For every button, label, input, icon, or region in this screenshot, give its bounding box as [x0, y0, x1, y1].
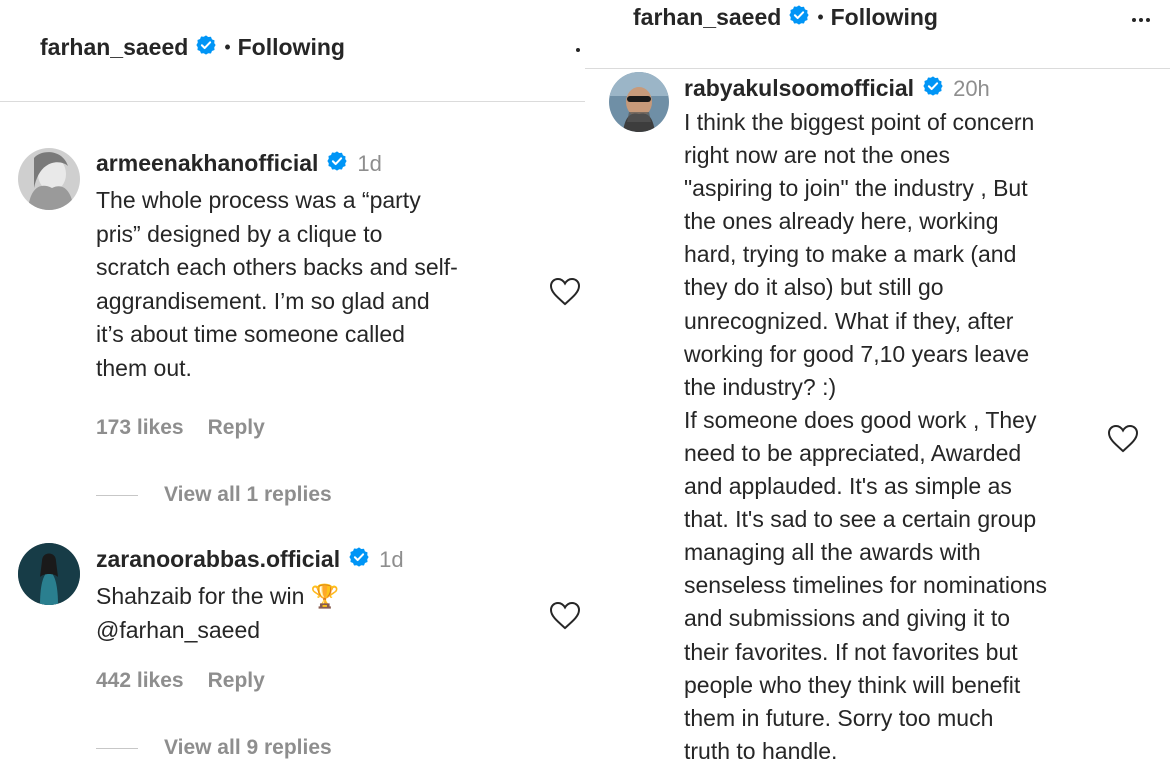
verified-badge-icon [326, 150, 348, 177]
post-header: farhan_saeed • Following [40, 34, 345, 61]
more-options-icon[interactable] [576, 48, 580, 52]
comment-text: The whole process was a “party pris” des… [96, 187, 458, 381]
comment-username[interactable]: rabyakulsoomofficial [684, 75, 914, 102]
comment-meta: 173 likes Reply [96, 416, 265, 440]
comment-author: zaranoorabbas.official 1d [96, 546, 404, 573]
left-comments-panel: farhan_saeed • Following armeenakhanoffi… [0, 0, 585, 784]
comment-text: Shahzaib for the win 🏆 @farhan_saeed [96, 583, 340, 643]
comment-username[interactable]: zaranoorabbas.official [96, 546, 340, 573]
header-separator: • [224, 37, 231, 57]
view-replies-button[interactable]: View all 1 replies [96, 483, 332, 507]
avatar[interactable] [18, 148, 80, 210]
heart-icon[interactable] [549, 277, 581, 307]
comment-username[interactable]: armeenakhanofficial [96, 150, 318, 177]
comment-time: 1d [379, 546, 404, 572]
verified-badge-icon [348, 546, 370, 573]
replies-line [96, 494, 138, 496]
following-button[interactable]: Following [238, 34, 345, 61]
heart-icon[interactable] [1107, 424, 1139, 454]
more-options-icon[interactable] [1132, 18, 1150, 22]
header-separator: • [817, 7, 824, 27]
right-comments-panel: farhan_saeed • Following rabyakulsoomoff… [585, 0, 1170, 784]
avatar[interactable] [18, 543, 80, 605]
following-button[interactable]: Following [831, 4, 938, 31]
reply-button[interactable]: Reply [208, 669, 265, 693]
view-replies-button[interactable]: View all 9 replies [96, 736, 332, 760]
comment-time: 1d [357, 150, 382, 176]
comment-author: armeenakhanofficial 1d [96, 150, 382, 177]
header-username[interactable]: farhan_saeed [40, 34, 188, 61]
comment-author: rabyakulsoomofficial 20h [684, 75, 990, 102]
likes-count[interactable]: 442 likes [96, 669, 184, 693]
likes-count[interactable]: 173 likes [96, 416, 184, 440]
comment-time: 20h [953, 75, 990, 101]
avatar[interactable] [609, 72, 669, 132]
heart-icon[interactable] [549, 601, 581, 631]
header-username[interactable]: farhan_saeed [633, 4, 781, 31]
view-replies-label[interactable]: View all 9 replies [164, 736, 332, 760]
verified-badge-icon [922, 75, 944, 102]
comment-text: I think the biggest point of concern rig… [684, 109, 1048, 764]
view-replies-label[interactable]: View all 1 replies [164, 483, 332, 507]
comment-meta: 442 likes Reply [96, 669, 265, 693]
header-divider [0, 101, 585, 102]
reply-button[interactable]: Reply [208, 416, 265, 440]
verified-badge-icon [195, 34, 217, 61]
verified-badge-icon [788, 4, 810, 31]
post-header: farhan_saeed • Following [633, 4, 938, 31]
header-divider [585, 68, 1170, 69]
replies-line [96, 747, 138, 749]
